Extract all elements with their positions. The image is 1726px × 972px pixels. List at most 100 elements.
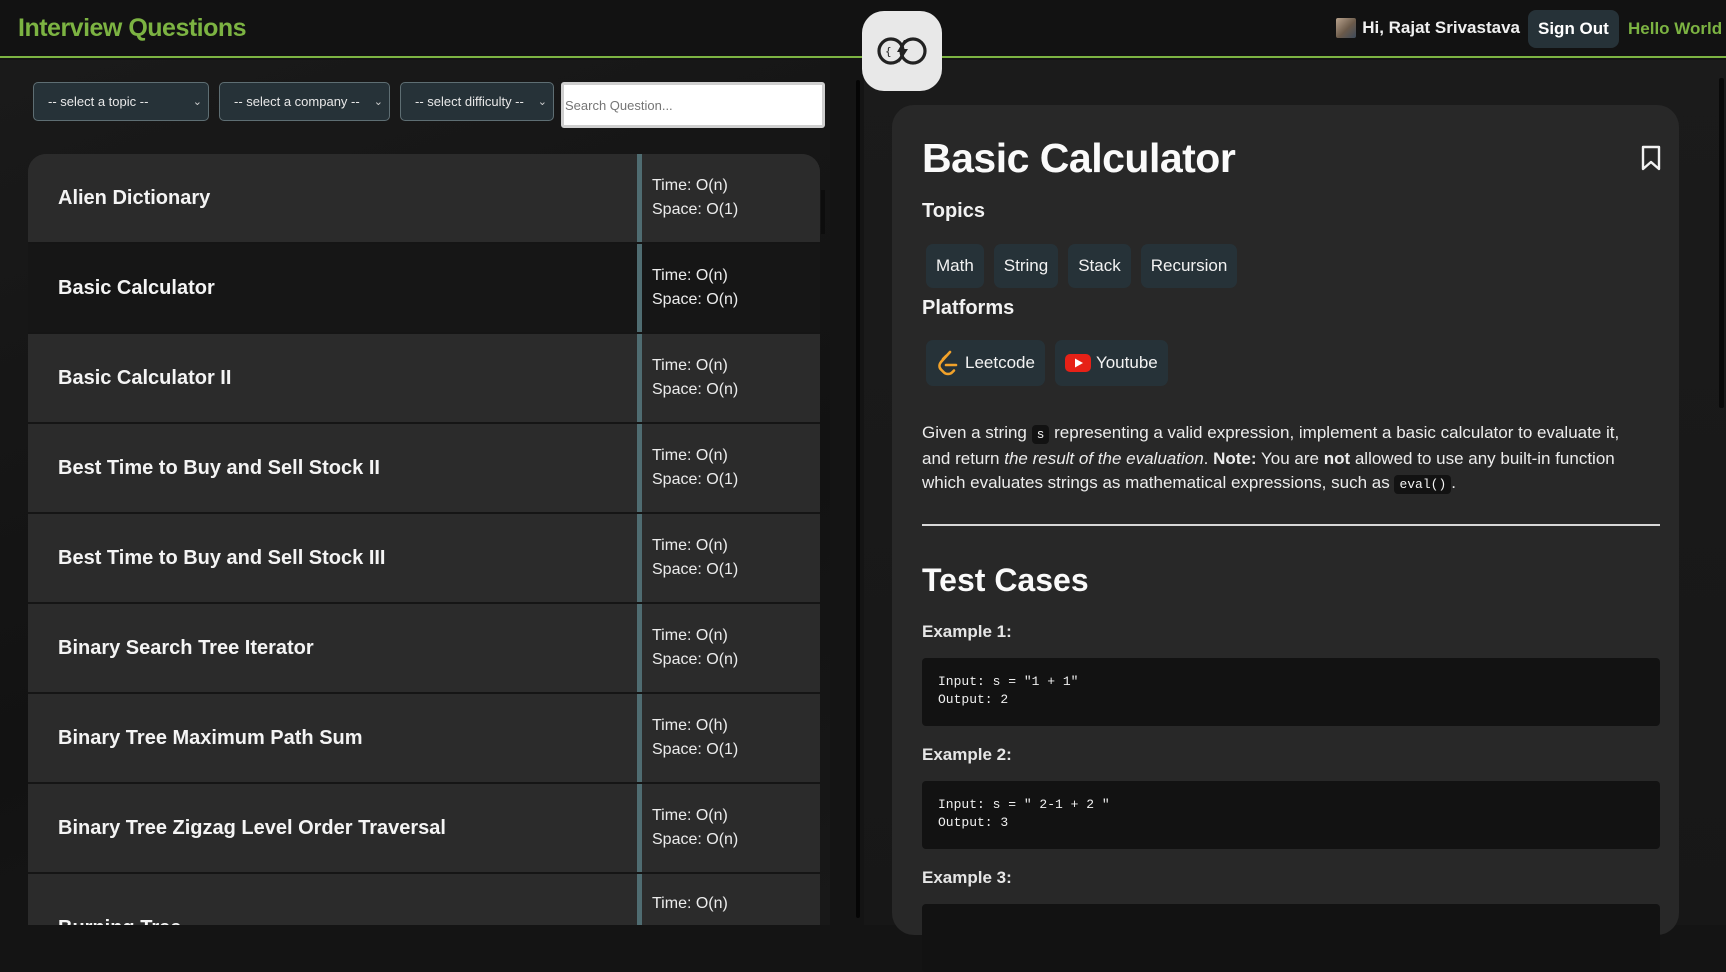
filter-bar: -- select a topic -- ⌄ -- select a compa… xyxy=(33,82,554,121)
space-complexity: Space: O(1) xyxy=(652,741,739,758)
user-greeting-text: Hi, Rajat Srivastava xyxy=(1362,18,1520,37)
complexity-cell: Time: O(n) Space: O(n) xyxy=(637,334,820,422)
inline-code: s xyxy=(1031,425,1050,444)
sign-out-button[interactable]: Sign Out xyxy=(1528,10,1619,48)
inline-code: eval() xyxy=(1394,475,1452,494)
time-complexity: Time: O(n) xyxy=(652,447,728,464)
time-complexity: Time: O(h) xyxy=(652,717,728,734)
time-complexity: Time: O(n) xyxy=(652,357,728,374)
platform-chips: Leetcode Youtube xyxy=(926,340,1168,386)
example-input: Input: s = "1 + 1" xyxy=(938,674,1079,689)
question-row[interactable]: Binary Tree Zigzag Level Order Traversal… xyxy=(28,784,820,874)
complexity-cell: Time: O(h) Space: O(1) xyxy=(637,694,820,782)
chevron-down-icon: ⌄ xyxy=(537,96,547,108)
example-code-block: Input: s = " 2-1 + 2 " Output: 3 xyxy=(922,781,1660,849)
description-bold: not xyxy=(1323,449,1351,468)
description-text: . xyxy=(1451,473,1456,492)
question-row[interactable]: Best Time to Buy and Sell Stock III Time… xyxy=(28,514,820,604)
question-name: Basic Calculator II xyxy=(58,366,232,389)
question-name: Best Time to Buy and Sell Stock III xyxy=(58,546,386,569)
company-select-value: -- select a company -- xyxy=(234,94,360,109)
space-complexity: Space: O(n) xyxy=(652,831,739,848)
topic-select[interactable]: -- select a topic -- ⌄ xyxy=(33,82,209,121)
topic-chip[interactable]: String xyxy=(993,244,1059,288)
description-emphasis: the result of the evaluation xyxy=(1004,449,1204,468)
space-complexity: Space: O(1) xyxy=(652,561,739,578)
time-complexity: Time: O(n) xyxy=(652,627,728,644)
question-row[interactable]: Binary Search Tree Iterator Time: O(n) S… xyxy=(28,604,820,694)
complexity-cell: Time: O(n) Space: O(n) xyxy=(637,784,820,872)
time-complexity: Time: O(n) xyxy=(652,177,728,194)
question-row[interactable]: Burning Tree Time: O(n) xyxy=(28,874,820,925)
question-list: Alien Dictionary Time: O(n) Space: O(1) … xyxy=(28,154,820,925)
description-text: You are xyxy=(1256,449,1324,468)
question-name: Binary Tree Maximum Path Sum xyxy=(58,726,363,749)
leetcode-icon xyxy=(938,350,958,376)
question-name: Burning Tree xyxy=(28,874,637,925)
question-name: Alien Dictionary xyxy=(58,186,211,209)
complexity-cell: Time: O(n) Space: O(n) xyxy=(637,244,820,332)
avatar xyxy=(1336,18,1357,38)
detail-scrollbar[interactable] xyxy=(1719,78,1724,408)
panel-divider[interactable] xyxy=(856,80,860,918)
question-detail-card: Basic Calculator Topics Math String Stac… xyxy=(892,105,1679,972)
logo-icon[interactable]: { xyxy=(862,11,942,91)
leetcode-label: Leetcode xyxy=(965,353,1035,372)
topic-chip[interactable]: Math xyxy=(926,244,984,288)
difficulty-select-value: -- select difficulty -- xyxy=(415,94,524,109)
question-name: Best Time to Buy and Sell Stock II xyxy=(58,456,380,479)
search-input[interactable] xyxy=(561,82,825,128)
description-text: . xyxy=(1203,449,1214,468)
example-label: Example 2: xyxy=(922,745,1012,764)
hello-world-link[interactable]: Hello World xyxy=(1628,19,1722,39)
question-title: Basic Calculator xyxy=(922,135,1236,181)
question-description: Given a string s representing a valid ex… xyxy=(922,421,1642,497)
space-complexity: Space: O(1) xyxy=(652,201,739,218)
time-complexity: Time: O(n) xyxy=(652,895,728,912)
complexity-cell: Time: O(n) Space: O(1) xyxy=(637,154,820,242)
user-greeting: Hi, Rajat Srivastava xyxy=(1336,18,1520,38)
topic-select-value: -- select a topic -- xyxy=(48,94,149,109)
question-row[interactable]: Binary Tree Maximum Path Sum Time: O(h) … xyxy=(28,694,820,784)
topic-chips: Math String Stack Recursion xyxy=(926,244,1238,288)
topic-chip[interactable]: Stack xyxy=(1068,244,1131,288)
question-row-selected[interactable]: Basic Calculator Time: O(n) Space: O(n) xyxy=(28,244,820,334)
example-output: Output: 2 xyxy=(938,692,1009,707)
question-row[interactable]: Basic Calculator II Time: O(n) Space: O(… xyxy=(28,334,820,424)
list-scrollbar[interactable] xyxy=(821,190,825,234)
example-label: Example 1: xyxy=(922,622,1012,641)
example-label: Example 3: xyxy=(922,868,1012,887)
difficulty-select[interactable]: -- select difficulty -- ⌄ xyxy=(400,82,554,121)
question-row[interactable]: Best Time to Buy and Sell Stock II Time:… xyxy=(28,424,820,514)
description-text: Given a string xyxy=(922,423,1032,442)
topic-chip[interactable]: Recursion xyxy=(1140,244,1238,288)
complexity-cell: Time: O(n) Space: O(1) xyxy=(637,424,820,512)
complexity-cell: Time: O(n) Space: O(n) xyxy=(637,604,820,692)
questions-panel: -- select a topic -- ⌄ -- select a compa… xyxy=(0,60,830,925)
space-complexity: Space: O(1) xyxy=(652,471,739,488)
brand-title[interactable]: Interview Questions xyxy=(18,14,247,43)
test-cases-heading: Test Cases xyxy=(922,562,1089,598)
logo-glyph-icon: { xyxy=(877,37,927,65)
complexity-cell: Time: O(n) Space: O(1) xyxy=(637,514,820,602)
space-complexity: Space: O(n) xyxy=(652,651,739,668)
space-complexity: Space: O(n) xyxy=(652,291,739,308)
topics-heading: Topics xyxy=(922,200,985,222)
question-row[interactable]: Alien Dictionary Time: O(n) Space: O(1) xyxy=(28,154,820,244)
youtube-link[interactable]: Youtube xyxy=(1054,340,1168,386)
detail-panel: Basic Calculator Topics Math String Stac… xyxy=(864,60,1726,972)
space-complexity: Space: O(n) xyxy=(652,381,739,398)
svg-text:{: { xyxy=(885,45,892,58)
complexity-cell: Time: O(n) xyxy=(637,874,820,925)
platforms-heading: Platforms xyxy=(922,297,1015,319)
example-output: Output: 3 xyxy=(938,815,1009,830)
example-input: Input: s = " 2-1 + 2 " xyxy=(938,797,1110,812)
bookmark-icon[interactable] xyxy=(1640,145,1662,176)
company-select[interactable]: -- select a company -- ⌄ xyxy=(219,82,390,121)
time-complexity: Time: O(n) xyxy=(652,267,728,284)
question-name: Binary Tree Zigzag Level Order Traversal xyxy=(58,816,446,839)
time-complexity: Time: O(n) xyxy=(652,807,728,824)
chevron-down-icon: ⌄ xyxy=(192,96,202,108)
example-code-block xyxy=(922,904,1660,972)
leetcode-link[interactable]: Leetcode xyxy=(926,340,1045,386)
